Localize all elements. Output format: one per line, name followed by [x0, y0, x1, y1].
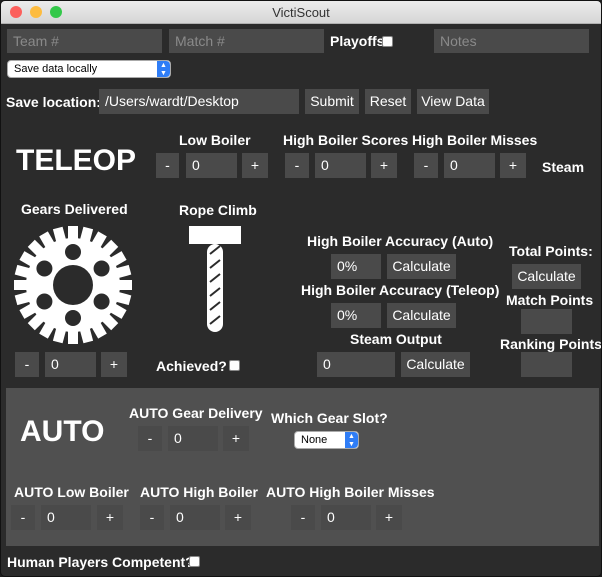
- auto-high-boiler-misses-input[interactable]: 0: [321, 505, 371, 530]
- gear-icon: [14, 226, 132, 344]
- total-points-label: Total Points:: [509, 243, 593, 259]
- steam-label: Steam: [542, 159, 585, 175]
- gears-increment-button[interactable]: +: [101, 352, 127, 377]
- accuracy-teleop-label: High Boiler Accuracy (Teleop): [301, 282, 500, 298]
- low-boiler-increment-button[interactable]: +: [242, 153, 268, 178]
- accuracy-teleop-calculate-button[interactable]: Calculate: [387, 303, 456, 328]
- human-players-checkbox[interactable]: [189, 556, 200, 567]
- achieved-checkbox[interactable]: [229, 360, 240, 371]
- playoffs-label: Playoffs: [330, 33, 385, 49]
- auto-low-boiler-increment-button[interactable]: +: [97, 505, 123, 530]
- teleop-heading: TELEOP: [16, 144, 137, 177]
- ranking-points-label: Ranking Points: [500, 336, 602, 352]
- low-boiler-label: Low Boiler: [179, 132, 251, 148]
- submit-button[interactable]: Submit: [305, 89, 359, 114]
- steam-output-label: Steam Output: [350, 331, 442, 347]
- accuracy-auto-calculate-button[interactable]: Calculate: [387, 254, 456, 279]
- match-points-value: [521, 309, 572, 334]
- high-boiler-misses-input[interactable]: 0: [444, 153, 495, 178]
- save-location-label: Save location:: [6, 94, 101, 110]
- ranking-points-value: [521, 352, 572, 377]
- notes-input[interactable]: Notes: [434, 29, 589, 53]
- high-boiler-scores-input[interactable]: 0: [315, 153, 366, 178]
- reset-button[interactable]: Reset: [365, 89, 411, 114]
- rope-icon: [189, 226, 241, 332]
- auto-high-boiler-decrement-button[interactable]: -: [140, 505, 164, 530]
- match-number-input[interactable]: Match #: [169, 29, 324, 53]
- save-location-input[interactable]: /Users/wardt/Desktop: [99, 89, 299, 114]
- high-boiler-scores-increment-button[interactable]: +: [371, 153, 397, 178]
- select-arrows-icon: ▲ ▼: [345, 432, 358, 448]
- human-players-label: Human Players Competent?: [7, 554, 194, 570]
- auto-high-boiler-input[interactable]: 0: [170, 505, 220, 530]
- high-boiler-scores-decrement-button[interactable]: -: [285, 153, 309, 178]
- gear-slot-label: Which Gear Slot?: [271, 410, 388, 426]
- gears-delivered-label: Gears Delivered: [21, 201, 128, 217]
- achieved-label: Achieved?: [156, 358, 227, 374]
- steam-output-calculate-button[interactable]: Calculate: [401, 352, 470, 377]
- high-boiler-misses-decrement-button[interactable]: -: [414, 153, 438, 178]
- steam-output-value: 0: [317, 352, 395, 377]
- auto-gear-increment-button[interactable]: +: [223, 426, 249, 451]
- auto-high-boiler-misses-decrement-button[interactable]: -: [291, 505, 315, 530]
- accuracy-auto-value: 0%: [331, 254, 381, 279]
- auto-high-boiler-increment-button[interactable]: +: [225, 505, 251, 530]
- match-points-label: Match Points: [506, 292, 594, 308]
- accuracy-teleop-value: 0%: [331, 303, 381, 328]
- auto-low-boiler-input[interactable]: 0: [41, 505, 91, 530]
- auto-high-boiler-misses-increment-button[interactable]: +: [376, 505, 402, 530]
- low-boiler-decrement-button[interactable]: -: [156, 153, 179, 178]
- playoffs-checkbox[interactable]: [382, 36, 393, 47]
- high-boiler-scores-label: High Boiler Scores: [283, 132, 409, 148]
- auto-low-boiler-decrement-button[interactable]: -: [11, 505, 35, 530]
- high-boiler-misses-label: High Boiler Misses: [412, 132, 538, 148]
- total-points-calculate-button[interactable]: Calculate: [512, 264, 581, 289]
- select-arrows-icon: ▲ ▼: [157, 61, 170, 77]
- auto-low-boiler-label: AUTO Low Boiler: [14, 484, 129, 500]
- auto-heading: AUTO: [20, 415, 105, 448]
- low-boiler-input[interactable]: 0: [186, 153, 237, 178]
- title-bar: VictiScout: [1, 1, 601, 24]
- view-data-button[interactable]: View Data: [417, 89, 489, 114]
- team-number-input[interactable]: Team #: [7, 29, 162, 53]
- auto-high-boiler-label: AUTO High Boiler: [140, 484, 258, 500]
- high-boiler-misses-increment-button[interactable]: +: [500, 153, 526, 178]
- gear-slot-value: None: [301, 434, 328, 446]
- auto-gear-decrement-button[interactable]: -: [138, 426, 162, 451]
- app-window: VictiScout Team # Match # Playoffs Notes…: [0, 0, 602, 577]
- save-mode-value: Save data locally: [14, 63, 98, 75]
- gears-delivered-input[interactable]: 0: [45, 352, 96, 377]
- auto-gear-delivery-label: AUTO Gear Delivery: [129, 405, 263, 421]
- window-title: VictiScout: [272, 5, 330, 20]
- accuracy-auto-label: High Boiler Accuracy (Auto): [307, 233, 494, 249]
- auto-gear-delivery-input[interactable]: 0: [168, 426, 218, 451]
- gear-slot-select[interactable]: None ▲ ▼: [294, 431, 359, 449]
- save-mode-select[interactable]: Save data locally ▲ ▼: [7, 60, 171, 78]
- gears-decrement-button[interactable]: -: [15, 352, 39, 377]
- rope-climb-label: Rope Climb: [179, 202, 257, 218]
- auto-high-boiler-misses-label: AUTO High Boiler Misses: [266, 484, 435, 500]
